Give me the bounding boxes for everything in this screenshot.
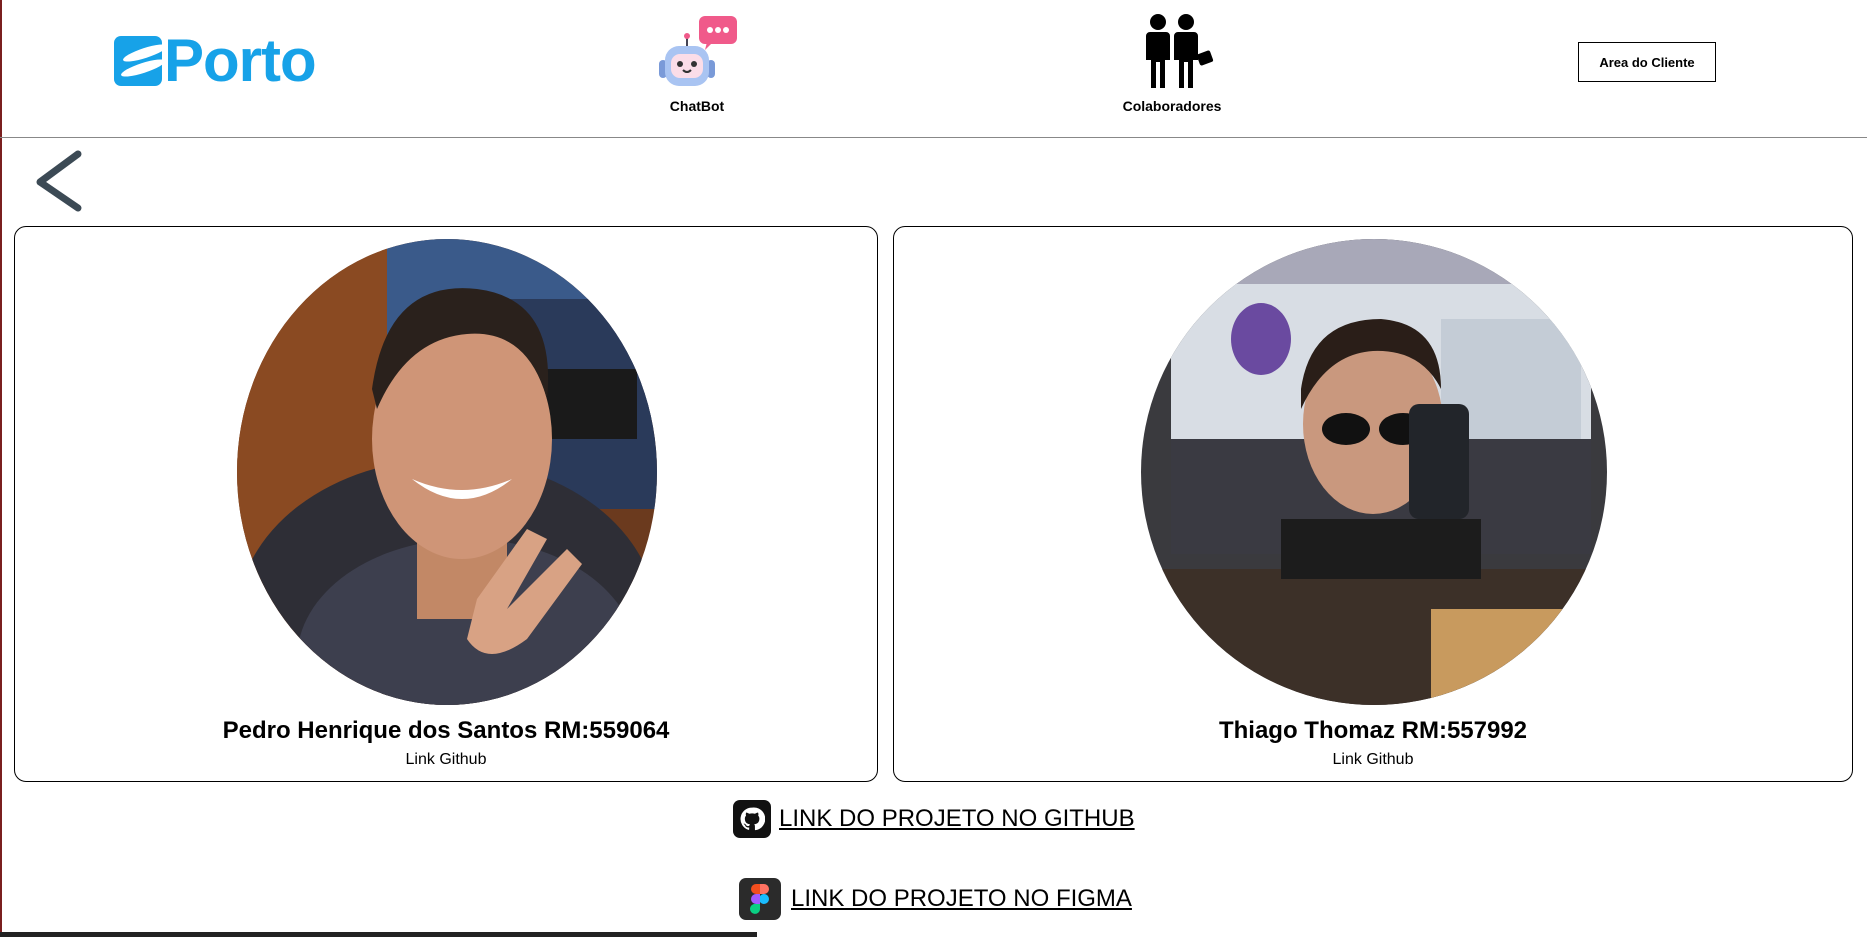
collaborator-photo-image — [1141, 239, 1607, 705]
github-icon — [733, 800, 771, 838]
nav-colaboradores[interactable]: Colaboradores — [1112, 12, 1232, 114]
collaborator-photo — [237, 239, 657, 705]
collaborator-name: Pedro Henrique dos Santos RM:559064 — [222, 717, 670, 744]
collaborator-photo — [1141, 239, 1607, 705]
collaborator-name: Thiago Thomaz RM:557992 — [1218, 717, 1528, 744]
back-button[interactable] — [30, 146, 90, 216]
robot-chat-icon — [659, 16, 737, 86]
collaborator-card: Thiago Thomaz RM:557992 Link Github — [893, 226, 1853, 782]
window-edge — [0, 0, 2, 937]
nav-chatbot-label: ChatBot — [669, 98, 725, 114]
project-github-label: LINK DO PROJETO NO GITHUB — [779, 805, 1135, 832]
project-github-link[interactable]: LINK DO PROJETO NO GITHUB — [733, 800, 1135, 838]
people-icon — [1146, 14, 1214, 88]
collaborator-card: Pedro Henrique dos Santos RM:559064 Link… — [14, 226, 878, 782]
nav-chatbot[interactable]: ChatBot — [655, 12, 739, 114]
page-bottom-edge — [0, 932, 1867, 937]
porto-logo-mark — [114, 36, 162, 86]
project-figma-link[interactable]: LINK DO PROJETO NO FIGMA — [739, 878, 1132, 920]
project-figma-label: LINK DO PROJETO NO FIGMA — [791, 885, 1132, 912]
porto-logo[interactable]: Porto — [114, 27, 317, 94]
site-header: Porto ChatBot Colaboradores Area do Clie… — [0, 0, 1867, 138]
nav-colaboradores-label: Colaboradores — [1122, 98, 1222, 114]
collaborator-github-link[interactable]: Link Github — [894, 751, 1852, 769]
figma-icon — [739, 878, 781, 920]
client-area-button[interactable]: Area do Cliente — [1578, 42, 1716, 82]
logo-text: Porto — [164, 27, 317, 94]
chevron-left-icon — [36, 150, 82, 212]
collaborator-photo-image — [237, 239, 657, 705]
collaborator-github-link[interactable]: Link Github — [15, 751, 877, 769]
